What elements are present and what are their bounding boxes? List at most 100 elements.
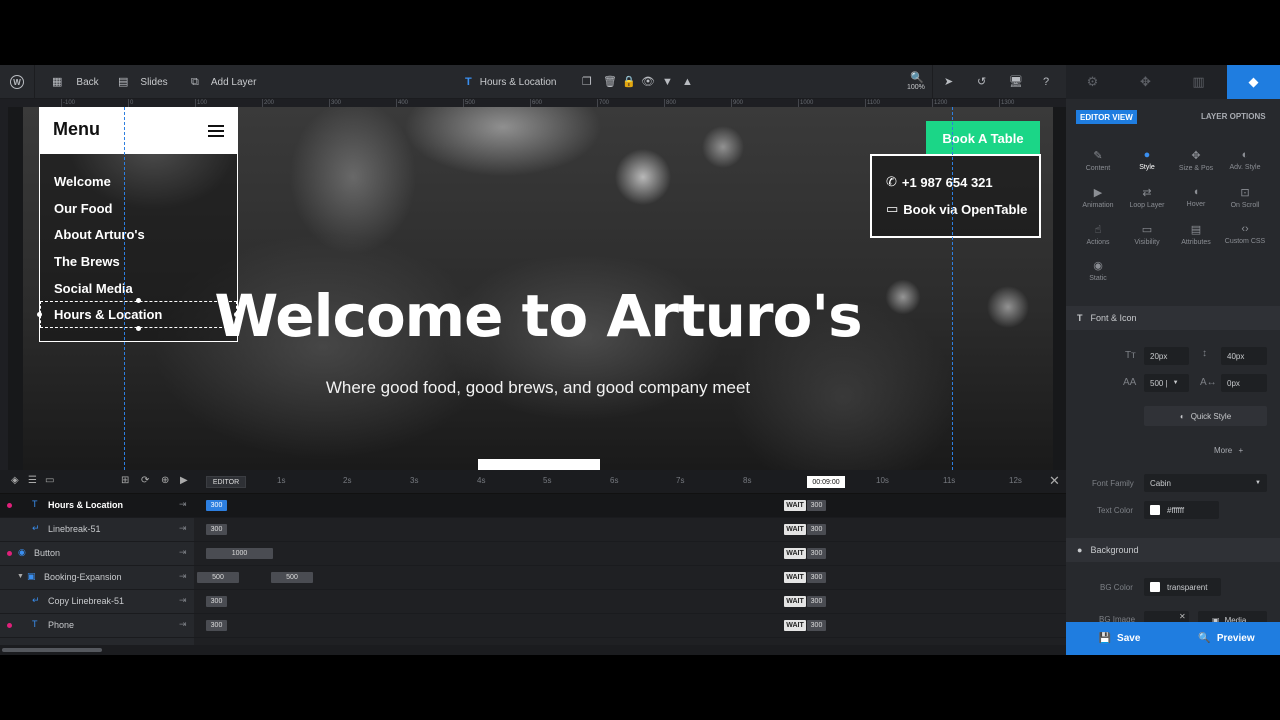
list-icon[interactable]: ☰: [28, 475, 37, 486]
vertical-guide[interactable]: [124, 107, 125, 470]
menu-item-welcome[interactable]: Welcome: [54, 174, 111, 189]
phone-line[interactable]: ✆ +1 987 654 321: [886, 174, 993, 190]
option-hover[interactable]: ◖ Hover: [1171, 186, 1221, 208]
font-weight-select[interactable]: 500 | ▼: [1144, 374, 1189, 392]
hero-underline-bar[interactable]: [478, 459, 600, 470]
text-color-picker[interactable]: #ffffff: [1144, 501, 1219, 519]
option-on-scroll[interactable]: ⊡ On Scroll: [1220, 186, 1270, 209]
help-button[interactable]: ?: [1043, 65, 1049, 99]
tab-layer-options[interactable]: ◆: [1227, 65, 1280, 99]
slides-button[interactable]: ▤ Slides: [118, 65, 168, 99]
loop-icon[interactable]: ⟳: [141, 475, 149, 486]
device-view-button[interactable]: 🖥: [1009, 65, 1023, 99]
timeline-row-booking-expansion[interactable]: ▼ ▣ Booking-Expansion ⇥ 500 500 WAIT 300: [0, 566, 1066, 590]
option-attributes[interactable]: ▤ Attributes: [1171, 223, 1221, 246]
layer-jump-icon[interactable]: ⇥: [179, 595, 187, 606]
hamburger-icon[interactable]: [208, 125, 224, 137]
line-height-input[interactable]: 40px: [1221, 347, 1267, 365]
timeline-row-copy-linebreak[interactable]: ↵ Copy Linebreak-51 ⇥ 300 WAIT 300: [0, 590, 1066, 614]
current-layer-selector[interactable]: T Hours & Location: [465, 65, 556, 99]
duplicate-layer-button[interactable]: ❐: [582, 65, 592, 99]
font-family-select[interactable]: Cabin ▼: [1144, 474, 1267, 492]
save-button[interactable]: 💾 Save: [1066, 622, 1173, 655]
option-visibility[interactable]: ▭ Visibility: [1122, 223, 1172, 246]
animation-duration-chip[interactable]: 1000: [206, 548, 273, 559]
undo-button[interactable]: ↺: [977, 65, 986, 99]
add-layer-button[interactable]: ⧉ Add Layer: [191, 65, 256, 99]
layer-up-button[interactable]: ▲: [682, 65, 693, 99]
wait-chip[interactable]: WAIT: [784, 620, 806, 631]
more-button[interactable]: More +: [1214, 446, 1243, 455]
end-duration-chip[interactable]: 300: [807, 572, 826, 583]
booking-expansion-box[interactable]: ✆ +1 987 654 321 ▭ Book via OpenTable: [870, 154, 1041, 238]
option-actions[interactable]: ☝ Actions: [1073, 223, 1123, 246]
end-duration-chip[interactable]: 300: [807, 596, 826, 607]
timeline-row-phone[interactable]: T Phone ⇥ 300 WAIT 300: [0, 614, 1066, 638]
layer-jump-icon[interactable]: ⇥: [179, 523, 187, 534]
font-size-input[interactable]: 20px: [1144, 347, 1189, 365]
play-icon[interactable]: ▶: [180, 475, 188, 486]
select-tool-button[interactable]: ➤: [944, 65, 953, 99]
letter-spacing-input[interactable]: 0px: [1221, 374, 1267, 392]
back-button[interactable]: ▦ Back: [52, 65, 99, 99]
menu-item-about[interactable]: About Arturo's: [54, 227, 145, 242]
end-duration-chip[interactable]: 300: [807, 500, 826, 511]
delete-layer-button[interactable]: 🗑: [603, 65, 617, 99]
wait-chip[interactable]: WAIT: [784, 524, 806, 535]
wait-chip[interactable]: WAIT: [784, 596, 806, 607]
background-section-header[interactable]: ● Background: [1066, 538, 1280, 562]
option-adv-style[interactable]: ◐ Adv. Style: [1220, 149, 1270, 171]
animation-duration-chip[interactable]: 300: [206, 620, 227, 631]
quick-style-button[interactable]: ◐ Quick Style: [1144, 406, 1267, 426]
opentable-line[interactable]: ▭ Book via OpenTable: [886, 201, 1027, 217]
scrollbar-thumb[interactable]: [2, 648, 102, 652]
option-size-pos[interactable]: ✥ Size & Pos: [1171, 149, 1221, 172]
menu-item-the-brews[interactable]: The Brews: [54, 254, 120, 269]
hero-subtitle[interactable]: Where good food, good brews, and good co…: [23, 378, 1053, 398]
current-time-marker[interactable]: 00:09:00: [807, 476, 845, 488]
wait-chip[interactable]: WAIT: [784, 500, 806, 511]
wordpress-logo-button[interactable]: W: [10, 65, 24, 99]
end-duration-chip[interactable]: 300: [807, 524, 826, 535]
editor-view-toggle[interactable]: EDITOR VIEW: [1076, 110, 1137, 124]
option-animation[interactable]: ▶ Animation: [1073, 186, 1123, 209]
animation-duration-chip[interactable]: 300: [206, 596, 227, 607]
timeline-row-linebreak[interactable]: ↵ Linebreak-51 ⇥ 300 WAIT 300: [0, 518, 1066, 542]
layer-down-button[interactable]: ▼: [662, 65, 673, 99]
layer-jump-icon[interactable]: ⇥: [179, 571, 187, 582]
layers-icon[interactable]: ◈: [11, 475, 19, 486]
collapse-caret-icon[interactable]: ▼: [17, 573, 24, 580]
option-custom-css[interactable]: ‹› Custom CSS: [1220, 223, 1270, 245]
animation-duration-chip[interactable]: 500: [271, 572, 313, 583]
option-content[interactable]: ✎ Content: [1073, 149, 1123, 172]
close-icon[interactable]: ✕: [1049, 473, 1060, 489]
visibility-button[interactable]: 👁: [641, 65, 655, 99]
bg-color-picker[interactable]: transparent: [1144, 578, 1221, 596]
menu-item-our-food[interactable]: Our Food: [54, 201, 113, 216]
wait-chip[interactable]: WAIT: [784, 572, 806, 583]
timeline-row-hours-location[interactable]: T Hours & Location ⇥ 300 WAIT 300: [0, 494, 1066, 518]
globe-icon[interactable]: ⊕: [161, 475, 169, 486]
tab-slide-options[interactable]: ▥: [1172, 65, 1225, 99]
tab-slider-settings[interactable]: ⚙: [1066, 65, 1119, 99]
lock-layer-button[interactable]: 🔒: [622, 65, 636, 99]
layer-jump-icon[interactable]: ⇥: [179, 499, 187, 510]
vertical-guide[interactable]: [952, 107, 953, 470]
layer-jump-icon[interactable]: ⇥: [179, 547, 187, 558]
tab-navigation[interactable]: ✥: [1119, 65, 1172, 99]
timeline-row-button[interactable]: ◉ Button ⇥ 1000 WAIT 300: [0, 542, 1066, 566]
hero-title[interactable]: Welcome to Arturo's: [23, 282, 1053, 350]
animation-duration-chip[interactable]: 300: [206, 500, 227, 511]
book-table-button[interactable]: Book A Table: [926, 121, 1040, 155]
option-loop-layer[interactable]: ⇄ Loop Layer: [1122, 186, 1172, 209]
editor-timeline-label[interactable]: EDITOR: [206, 476, 246, 488]
font-icon-section-header[interactable]: T Font & Icon: [1066, 306, 1280, 330]
option-style[interactable]: ● Style: [1122, 149, 1172, 171]
end-duration-chip[interactable]: 300: [807, 548, 826, 559]
layer-jump-icon[interactable]: ⇥: [179, 619, 187, 630]
option-static[interactable]: ◉ Static: [1073, 259, 1123, 282]
animation-duration-chip[interactable]: 300: [206, 524, 227, 535]
grid-icon[interactable]: ⊞: [121, 475, 129, 486]
wait-chip[interactable]: WAIT: [784, 548, 806, 559]
folder-icon[interactable]: ▭: [45, 475, 54, 486]
